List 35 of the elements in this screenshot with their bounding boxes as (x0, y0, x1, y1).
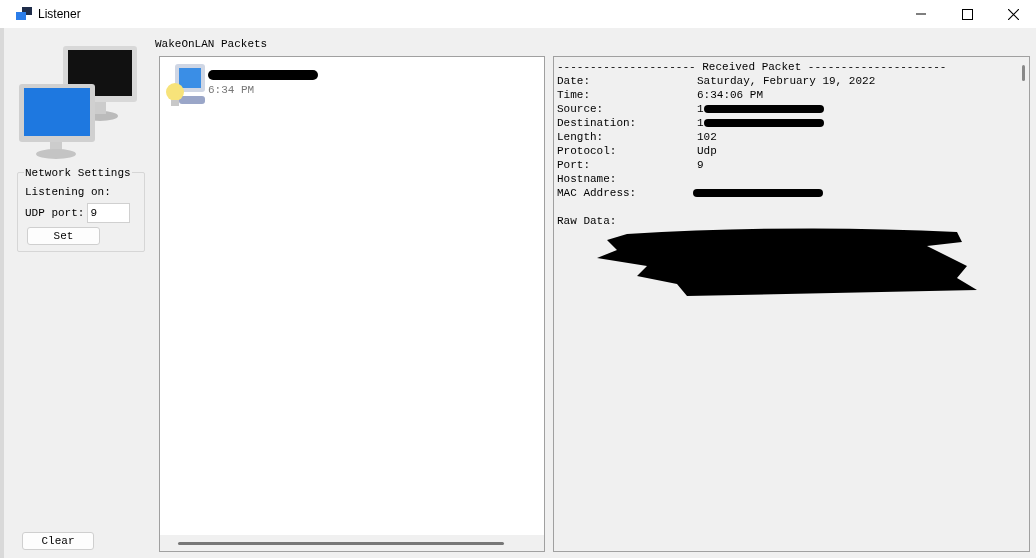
field-value: 1 (697, 102, 704, 116)
field-value: 6:34:06 PM (697, 88, 763, 102)
app-icon (16, 7, 32, 21)
computer-bulb-icon (165, 62, 207, 108)
field-value: 102 (697, 130, 717, 144)
packet-item[interactable]: 6:34 PM (165, 62, 322, 108)
field-label: Protocol: (557, 144, 618, 158)
detail-header: --------------------- Received Packet --------------------- (557, 60, 948, 74)
field-label: Destination: (557, 116, 638, 130)
field-label: Port: (557, 158, 591, 172)
listening-label: Listening on: (25, 185, 112, 199)
field-label: MAC Address: (557, 186, 638, 200)
clear-button[interactable]: Clear (22, 532, 94, 550)
packet-time: 6:34 PM (208, 83, 256, 98)
field-label: Source: (557, 102, 605, 116)
list-title: WakeOnLAN Packets (154, 37, 269, 50)
scrollbar-thumb[interactable] (178, 541, 504, 545)
field-label: Hostname: (557, 172, 618, 186)
field-label: Time: (557, 88, 591, 102)
port-label: UDP port: (25, 205, 85, 221)
minimize-icon (916, 13, 926, 15)
field-value: 9 (697, 158, 704, 172)
field-label: Date: (557, 74, 591, 88)
field-label: Length: (557, 130, 605, 144)
scrollbar-thumb[interactable] (1021, 65, 1025, 81)
horizontal-scrollbar[interactable] (160, 535, 544, 551)
raw-data-label: Raw Data: (557, 214, 618, 228)
field-value: Udp (697, 144, 717, 158)
set-button[interactable]: Set (27, 227, 100, 245)
window-title: Listener (38, 6, 81, 23)
field-value: 1 (697, 116, 704, 130)
port-field[interactable]: 9 (87, 203, 131, 223)
maximize-icon (961, 8, 973, 20)
field-value: Saturday, February 19, 2022 (697, 74, 876, 88)
close-icon (1007, 8, 1019, 20)
